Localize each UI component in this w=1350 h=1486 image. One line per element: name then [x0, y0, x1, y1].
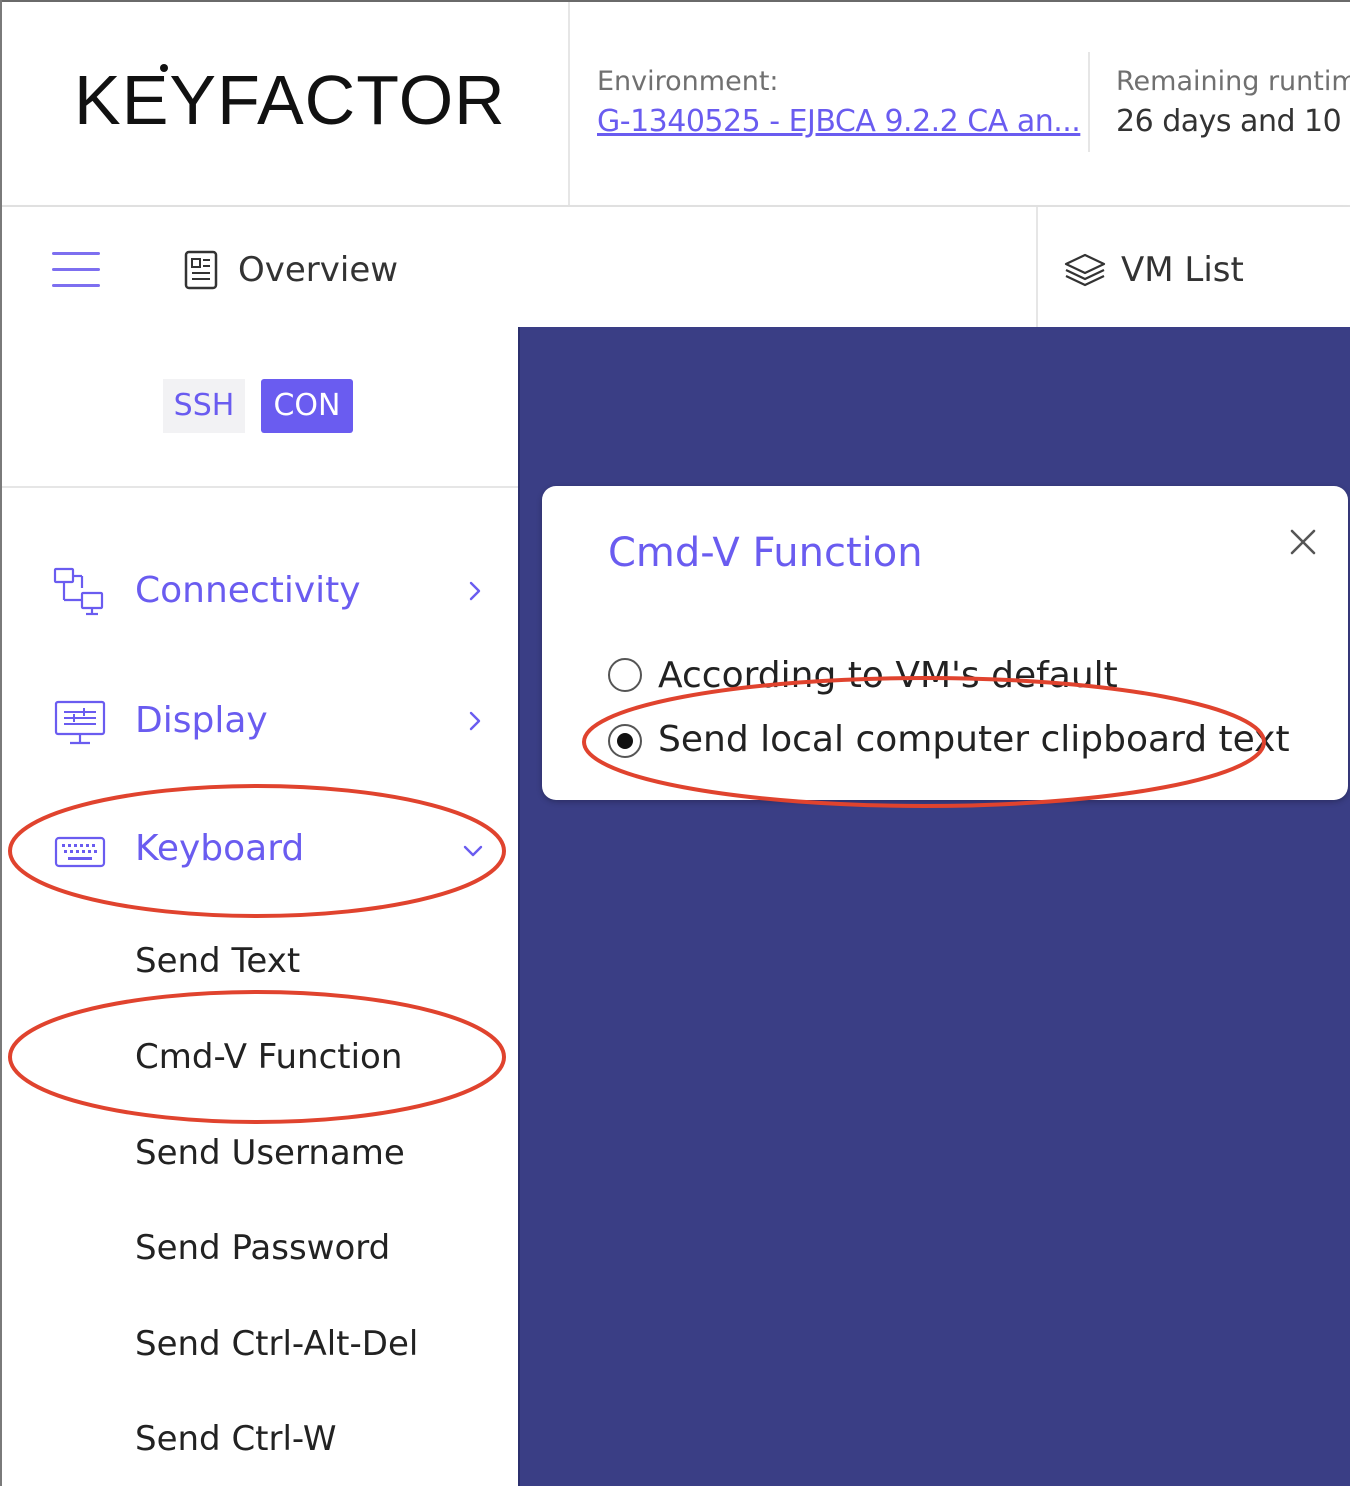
sidebar [0, 327, 518, 1486]
sidebar-item-display[interactable]: Display [135, 700, 268, 741]
close-icon[interactable] [1288, 527, 1318, 557]
submenu-send-text[interactable]: Send Text [135, 941, 300, 981]
chevron-right-icon[interactable] [464, 580, 486, 602]
layers-icon[interactable] [1063, 252, 1107, 288]
con-tab[interactable]: CON [261, 379, 353, 433]
submenu-send-ctrl-w[interactable]: Send Ctrl-W [135, 1419, 336, 1459]
chevron-right-icon[interactable] [464, 710, 486, 732]
runtime-section: Remaining runtim 26 days and 10 h [1090, 40, 1350, 160]
environment-link[interactable]: G-1340525 - EJBCA 9.2.2 CA an... [597, 104, 1081, 139]
overview-icon[interactable] [184, 250, 218, 290]
dialog-title: Cmd-V Function [608, 530, 923, 576]
window-frame-top [0, 0, 1350, 2]
logo-accent-dot [160, 64, 168, 72]
monitor-icon [54, 700, 108, 750]
radio-vm-default-label[interactable]: According to VM's default [658, 655, 1118, 696]
network-icon [52, 566, 106, 616]
keyboard-icon [54, 836, 108, 886]
sidebar-item-keyboard[interactable]: Keyboard [135, 828, 304, 869]
environment-label: Environment: [597, 66, 779, 97]
chevron-down-icon[interactable] [462, 840, 484, 862]
submenu-cmd-v-function[interactable]: Cmd-V Function [135, 1037, 402, 1077]
submenu-send-password[interactable]: Send Password [135, 1228, 390, 1268]
ssh-tab[interactable]: SSH [163, 379, 245, 433]
keyfactor-logo: KEYFACTOR [74, 61, 506, 139]
radio-local-clipboard[interactable] [608, 724, 642, 758]
nav-divider [1036, 207, 1038, 327]
sidebar-divider [0, 486, 518, 488]
runtime-value: 26 days and 10 h [1116, 104, 1350, 139]
sidebar-item-connectivity[interactable]: Connectivity [135, 570, 361, 611]
runtime-label: Remaining runtim [1116, 66, 1350, 97]
window-frame-left [0, 0, 2, 1486]
vm-list-tab-label[interactable]: VM List [1121, 250, 1244, 290]
submenu-send-ctrl-alt-del[interactable]: Send Ctrl-Alt-Del [135, 1324, 418, 1364]
submenu-send-username[interactable]: Send Username [135, 1133, 405, 1173]
radio-vm-default[interactable] [608, 658, 642, 692]
overview-tab-label[interactable]: Overview [238, 250, 398, 290]
radio-local-clipboard-label[interactable]: Send local computer clipboard text [658, 719, 1290, 760]
hamburger-icon[interactable] [52, 252, 102, 288]
